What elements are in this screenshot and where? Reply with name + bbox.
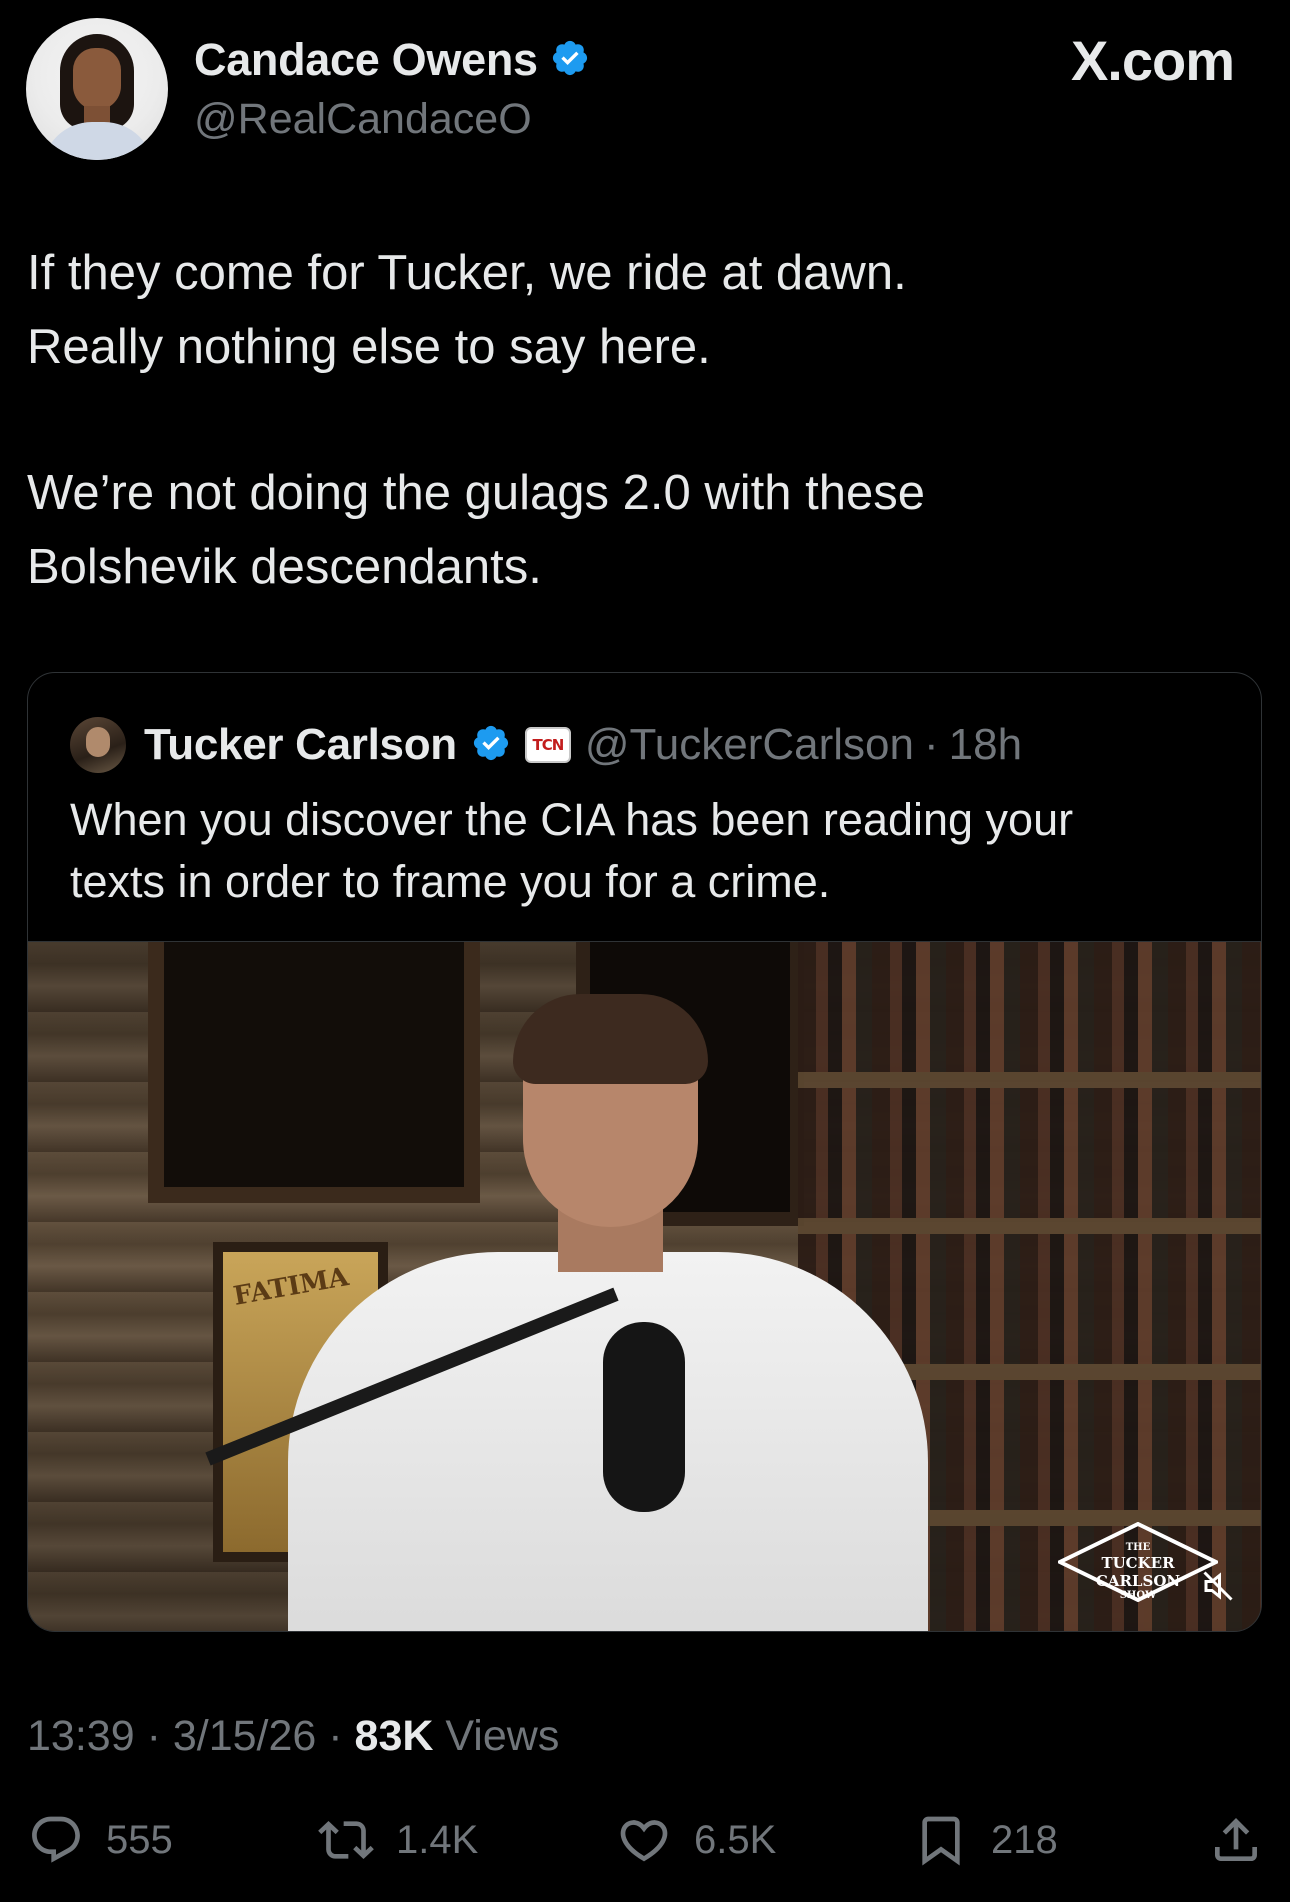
- views-count: 83K: [354, 1712, 434, 1760]
- tweet-meta: 13:39 · 3/15/26 · 83K Views: [27, 1712, 559, 1761]
- quote-tweet-card[interactable]: Tucker Carlson TCN @TuckerCarlson · 18h …: [27, 672, 1262, 1632]
- logo-line: THE: [1125, 1542, 1151, 1553]
- show-logo-text: THE TUCKER CARLSON SHOW: [1088, 1542, 1188, 1602]
- logo-line: CARLSON: [1095, 1572, 1181, 1590]
- author-name[interactable]: Candace Owens: [194, 34, 538, 86]
- quote-text-line-2: texts in order to frame you for a crime.: [70, 856, 831, 907]
- repost-icon: [318, 1821, 374, 1859]
- tweet-line-3: We’re not doing the gulags 2.0 with thes…: [27, 466, 926, 520]
- quote-text-line-1: When you discover the CIA has been readi…: [70, 794, 1074, 845]
- separator-dot: ·: [328, 1712, 355, 1760]
- like-count: 6.5K: [694, 1817, 777, 1862]
- verified-badge-icon: [550, 38, 590, 83]
- bookmark-button[interactable]: 218: [913, 1808, 1058, 1872]
- verified-badge-icon: [471, 723, 511, 768]
- repost-button[interactable]: 1.4K: [318, 1808, 478, 1872]
- bookmark-icon: [922, 1816, 960, 1866]
- quote-author-avatar[interactable]: [70, 717, 126, 773]
- separator-dot: ·: [924, 720, 939, 769]
- reply-icon: [32, 1816, 80, 1863]
- separator-dot: ·: [146, 1712, 173, 1760]
- like-icon: [620, 1820, 668, 1862]
- bookmark-count: 218: [991, 1817, 1058, 1862]
- like-button[interactable]: 6.5K: [616, 1808, 776, 1872]
- microphone: [603, 1322, 685, 1512]
- speaker: [258, 994, 958, 1631]
- quote-time: 18h: [948, 720, 1023, 769]
- share-icon: [1215, 1818, 1257, 1861]
- views-label: Views: [445, 1712, 560, 1760]
- reply-count: 555: [106, 1817, 173, 1862]
- tweet-time: 13:39: [27, 1712, 135, 1760]
- tweet-line-4: Bolshevik descendants.: [27, 540, 542, 594]
- quote-header: Tucker Carlson TCN @TuckerCarlson · 18h: [70, 715, 1022, 775]
- author-avatar[interactable]: [26, 18, 168, 160]
- tweet-date: 3/15/26: [172, 1712, 317, 1760]
- share-button[interactable]: [1208, 1808, 1264, 1872]
- author-handle[interactable]: @RealCandaceO: [194, 95, 532, 144]
- quote-video[interactable]: FATIMA THE TUCKER CARLSON SHOW: [28, 941, 1261, 1631]
- author-name-row: Candace Owens: [194, 34, 590, 86]
- logo-line: SHOW: [1119, 1590, 1157, 1601]
- tweet-line-1: If they come for Tucker, we ride at dawn…: [27, 246, 907, 300]
- repost-count: 1.4K: [396, 1817, 479, 1862]
- action-bar: 555 1.4K 6.5K 218: [28, 1808, 1268, 1872]
- quote-author-name[interactable]: Tucker Carlson: [144, 720, 457, 770]
- tweet-line-2: Really nothing else to say here.: [27, 320, 711, 374]
- logo-line: TUCKER: [1101, 1554, 1175, 1572]
- mute-icon[interactable]: [1200, 1568, 1236, 1604]
- quote-author-handle[interactable]: @TuckerCarlson: [585, 720, 914, 770]
- site-watermark: X.com: [1070, 29, 1235, 92]
- org-badge-icon: TCN: [524, 727, 571, 763]
- reply-button[interactable]: 555: [28, 1808, 173, 1872]
